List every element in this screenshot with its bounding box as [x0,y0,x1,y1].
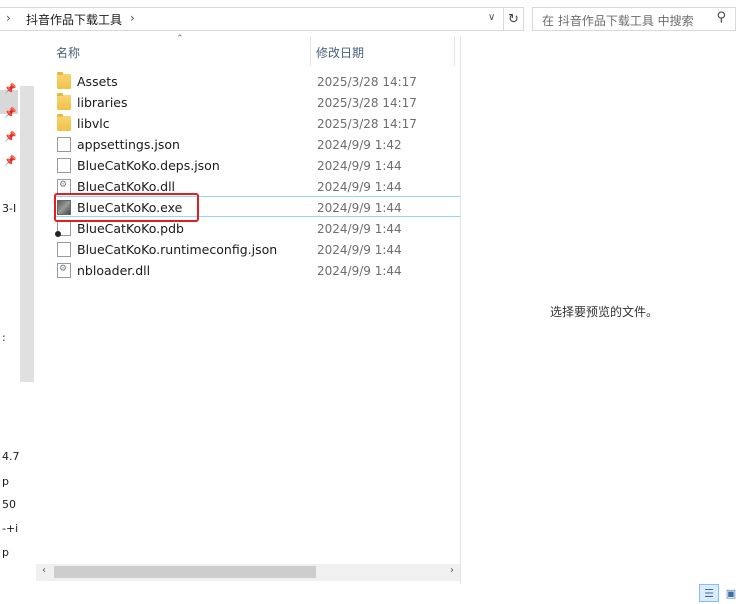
refresh-button[interactable]: ↻ [504,7,524,31]
details-view-button[interactable]: ☰ [699,584,719,602]
column-divider[interactable] [310,36,311,66]
file-date: 2024/9/9 1:44 [317,159,402,173]
highlight-annotation [54,193,199,222]
nav-item-fragment[interactable]: -+i [2,522,18,535]
dll-file-icon [57,179,71,194]
file-date: 2024/9/9 1:44 [317,180,402,194]
file-row[interactable]: BlueCatKoKo.deps.json 2024/9/9 1:44 [54,155,460,176]
file-name: BlueCatKoKo.deps.json [77,158,220,173]
nav-item-fragment[interactable]: 4.7 [2,450,20,463]
scroll-left-icon[interactable]: ‹ [42,565,46,576]
nav-scrollbar[interactable] [20,86,34,382]
folder-icon [57,114,71,131]
address-row: › 抖音作品下载工具 › ∨ ↻ 在 抖音作品下载工具 中搜索 ⚲ [0,0,742,36]
refresh-icon: ↻ [508,11,519,27]
search-input[interactable]: 在 抖音作品下载工具 中搜索 ⚲ [532,7,736,31]
json-file-icon [57,137,71,152]
file-row[interactable]: libraries 2025/3/28 14:17 [54,92,460,113]
file-row[interactable]: libvlc 2025/3/28 14:17 [54,113,460,134]
status-bar: ☰ ▣ [0,584,742,604]
folder-icon [57,72,71,89]
preview-message: 选择要预览的文件。 [550,305,659,319]
nav-item-fragment[interactable]: p [2,546,9,559]
pin-icon: 📌 [4,84,17,95]
file-name: nbloader.dll [77,263,151,278]
pin-icon: 📌 [4,156,17,167]
json-file-icon [57,242,71,257]
file-name: BlueCatKoKo.runtimeconfig.json [77,242,278,257]
dll-file-icon [57,263,71,278]
address-bar[interactable]: › 抖音作品下载工具 › ∨ [0,7,504,31]
nav-item-fragment[interactable]: 3-I [2,202,16,215]
file-list: ⌃ 名称 修改日期 Assets 2025/3/28 14:17 librari… [36,34,460,584]
large-icons-view-icon: ▣ [725,586,737,600]
details-view-icon: ☰ [704,586,714,600]
file-date: 2024/9/9 1:44 [317,222,402,236]
pdb-file-icon [55,221,71,237]
file-date: 2024/9/9 1:42 [317,138,402,152]
chevron-right-icon[interactable]: › [6,11,11,25]
search-placeholder: 在 抖音作品下载工具 中搜索 [542,14,694,28]
pin-icon: 📌 [4,132,17,143]
scroll-right-icon[interactable]: › [450,565,454,576]
nav-item-fragment[interactable]: : [2,331,6,344]
file-date: 2024/9/9 1:44 [317,243,402,257]
breadcrumb-folder[interactable]: 抖音作品下载工具 [26,11,122,28]
preview-pane: 选择要预览的文件。 [461,36,742,584]
navigation-pane: 📌 📌 📌 📌 3-I : 4.7 p 50 -+i p [0,36,36,584]
json-file-icon [57,158,71,173]
file-name: Assets [77,74,118,89]
search-icon: ⚲ [716,10,726,25]
nav-item-fragment[interactable]: p [2,475,9,488]
pin-icon: 📌 [4,108,17,119]
file-row[interactable]: nbloader.dll 2024/9/9 1:44 [54,260,460,281]
nav-item-fragment[interactable]: 50 [2,498,16,511]
column-header-name[interactable]: 名称 [56,44,80,74]
scrollbar-thumb[interactable] [54,566,316,578]
chevron-right-icon[interactable]: › [130,11,135,25]
file-date: 2024/9/9 1:44 [317,264,402,278]
file-date: 2025/3/28 14:17 [317,75,417,89]
horizontal-scrollbar[interactable]: ‹ › [36,564,460,581]
file-date: 2025/3/28 14:17 [317,96,417,110]
file-row[interactable]: Assets 2025/3/28 14:17 [54,71,460,92]
file-name: BlueCatKoKo.pdb [77,221,184,236]
file-row[interactable]: BlueCatKoKo.runtimeconfig.json 2024/9/9 … [54,239,460,260]
file-name: BlueCatKoKo.dll [77,179,176,194]
file-date: 2025/3/28 14:17 [317,117,417,131]
file-date: 2024/9/9 1:44 [317,201,402,215]
sort-ascending-icon: ⌃ [176,34,184,44]
chevron-down-icon[interactable]: ∨ [488,12,495,23]
file-name: libvlc [77,116,110,131]
column-header-date-modified[interactable]: 修改日期 [316,44,364,74]
large-icons-view-button[interactable]: ▣ [721,584,741,602]
file-name: libraries [77,95,128,110]
folder-icon [57,93,71,110]
file-name: appsettings.json [77,137,180,152]
file-row[interactable]: appsettings.json 2024/9/9 1:42 [54,134,460,155]
column-divider[interactable] [454,36,455,66]
